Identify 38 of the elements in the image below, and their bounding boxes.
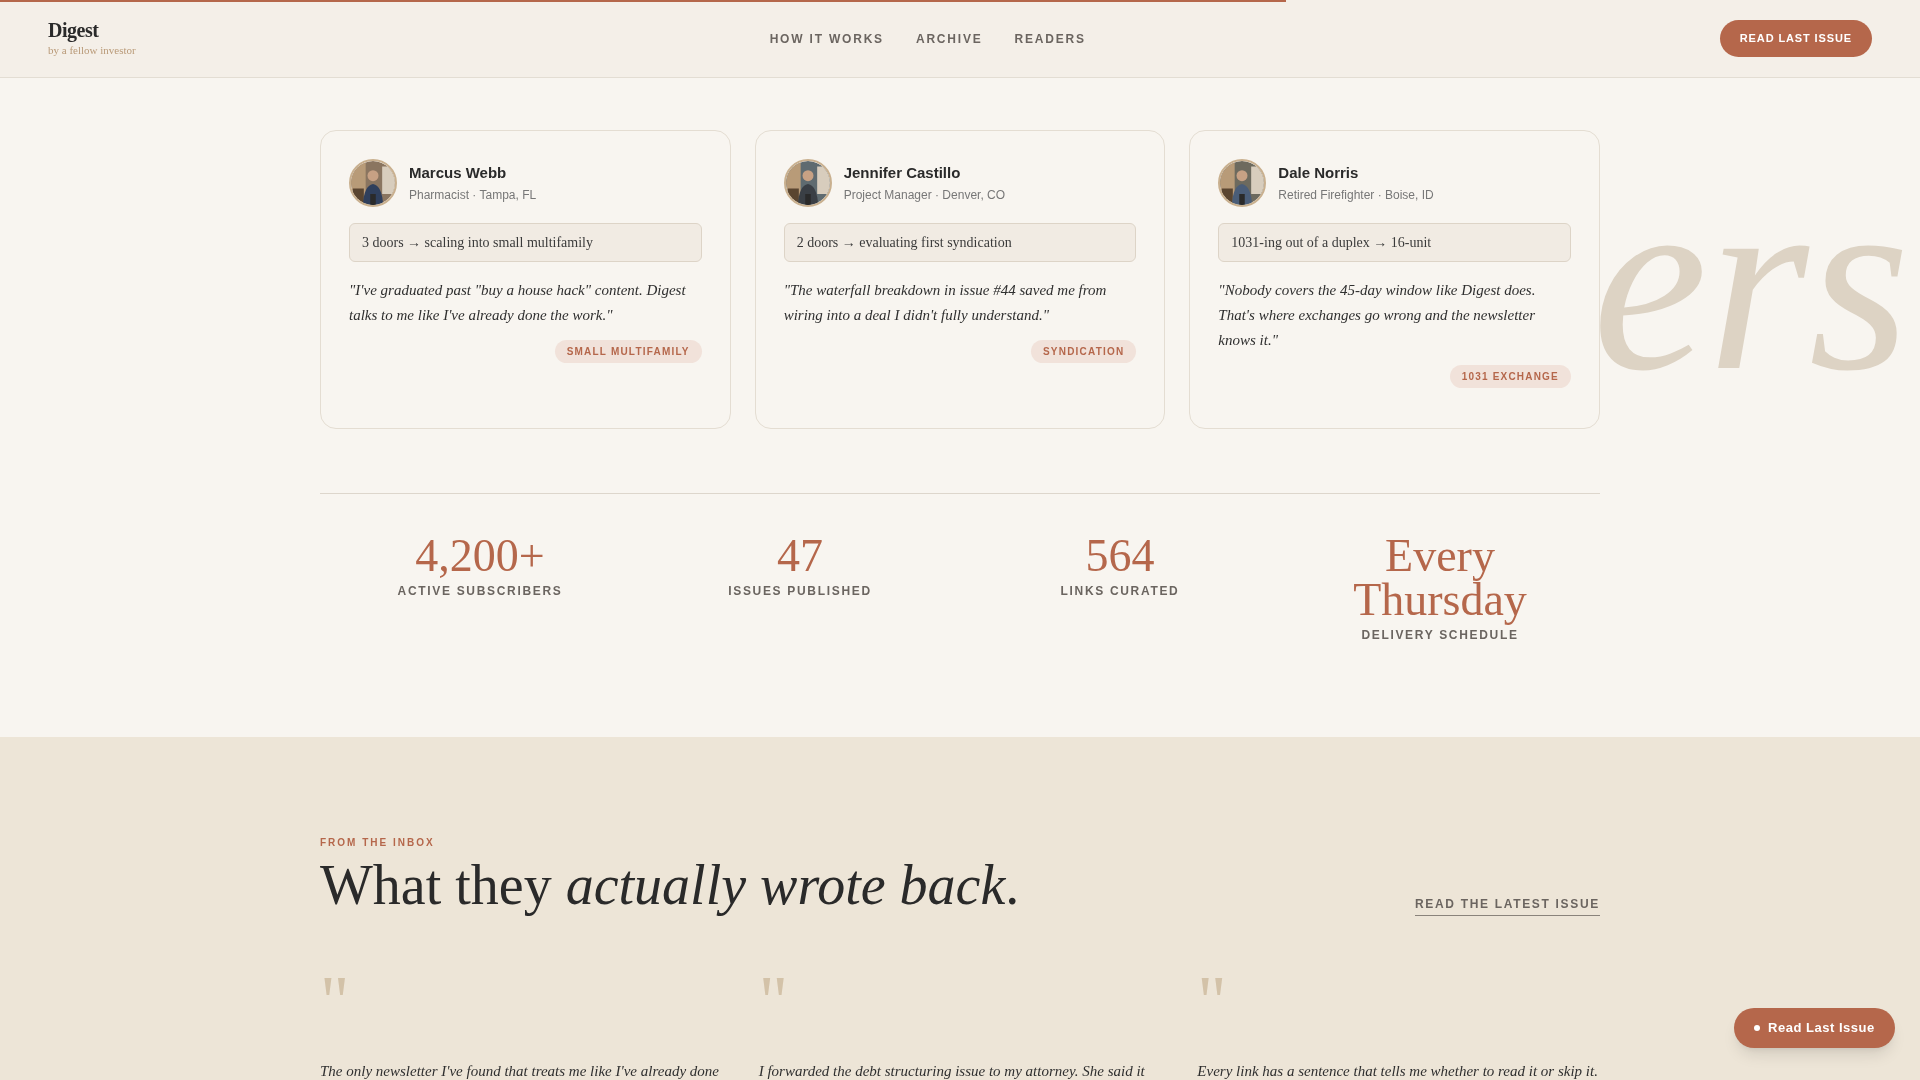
journey-note: 3 doors → scaling into small multifamily: [349, 223, 702, 262]
stat-label: DELIVERY SCHEDULE: [1361, 627, 1519, 644]
topic-tag: SMALL MULTIFAMILY: [554, 340, 702, 363]
reader-role: Pharmacist · Tampa, FL: [409, 187, 537, 205]
read-latest-issue-link[interactable]: READ THE LATEST ISSUE: [1414, 895, 1600, 916]
stat-label: ACTIVE SUBSCRIBERS: [397, 583, 563, 600]
stat-value: 564: [1084, 534, 1156, 578]
floating-read-button[interactable]: Read Last Issue: [1734, 1008, 1895, 1048]
nav-link[interactable]: READERS: [1014, 29, 1086, 48]
read-last-issue-button[interactable]: READ LAST ISSUE: [1719, 20, 1872, 57]
section-eyebrow: FROM THE INBOX: [320, 836, 436, 850]
section-heading: What they actually wrote back.: [320, 853, 1020, 918]
reader-name: Dale Norris: [1278, 162, 1360, 183]
letter-text: The only newsletter I've found that treats me like I've already done: [320, 1062, 720, 1080]
tagline: by a fellow investor: [48, 43, 136, 59]
topic-tag: 1031 EXCHANGE: [1449, 365, 1571, 388]
stat-value: 47: [776, 534, 824, 578]
quote-mark: ": [1197, 976, 1228, 1036]
reader-role: Retired Firefighter · Boise, ID: [1278, 187, 1434, 205]
nav-link[interactable]: ARCHIVE: [915, 29, 983, 48]
reader-name: Marcus Webb: [409, 162, 508, 183]
journey-note: 1031-ing out of a duplex → 16-unit: [1218, 223, 1571, 262]
topic-tag: SYNDICATION: [1030, 340, 1137, 363]
reader-role: Project Manager · Denver, CO: [843, 187, 1006, 205]
stat-value: 4,200+: [414, 534, 546, 578]
testimonial-quote: "Nobody covers the 45-day window like Digest does. That's where exchanges go wrong and the newsletter knows it.": [1218, 281, 1537, 350]
journey-note: 2 doors → evaluating first syndication: [783, 223, 1137, 262]
nav-link[interactable]: HOW IT WORKS: [769, 29, 884, 48]
testimonial-quote: "I've graduated past "buy a house hack" content. Digest talks to me like I've already done the work.": [349, 281, 687, 325]
letter-text: Every link has a sentence that tells me whether to read it or skip it.: [1197, 1062, 1599, 1080]
testimonial-quote: "The waterfall breakdown in issue #44 saved me from wiring into a deal I didn't fully understand.": [783, 281, 1108, 325]
logo[interactable]: Digest: [48, 18, 136, 43]
quote-mark: ": [320, 976, 351, 1036]
stat-label: ISSUES PUBLISHED: [728, 583, 872, 600]
quote-mark: ": [758, 976, 790, 1036]
reader-name: Jennifer Castillo: [843, 162, 962, 183]
stat-label: LINKS CURATED: [1060, 583, 1180, 600]
letter-text: I forwarded the debt structuring issue to my attorney. She said it: [758, 1062, 1146, 1080]
